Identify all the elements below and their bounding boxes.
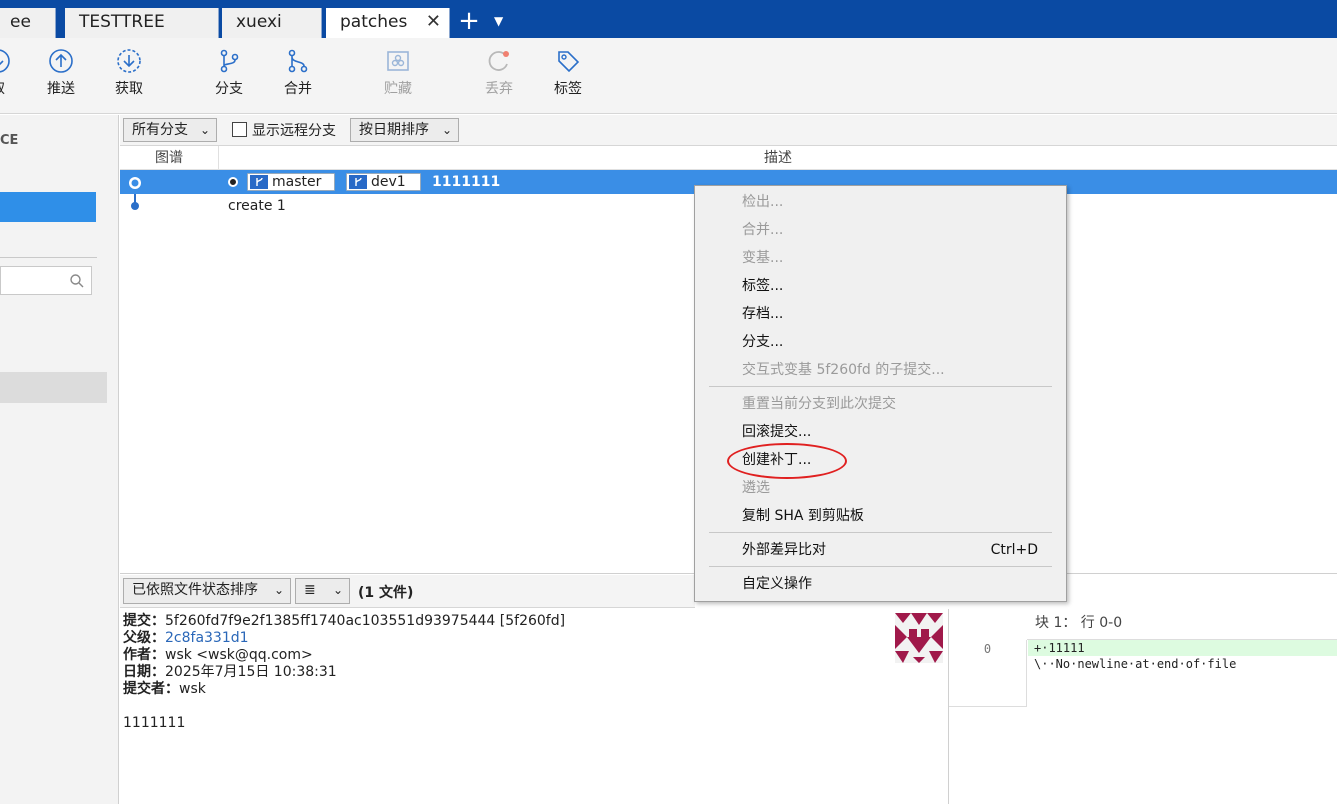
branch-filter-select[interactable]: 所有分支 ⌄ [123,118,217,142]
commit-full-message: 1111111 [123,715,186,731]
diff-panel: 块 1： 行 0-0 0 +·11111 \··No·newline·at·en… [949,609,1337,804]
avatar [895,613,943,663]
chevron-down-icon[interactable]: ▼ [494,14,503,28]
sidebar-header: CE [0,133,19,148]
menu-item-revert[interactable]: 回滚提交... [695,419,1066,445]
chevron-down-icon: ⌄ [199,123,210,137]
list-view-icon: ≣ [304,582,316,598]
highlight-annotation [727,443,847,479]
commit-date: 2025年7月15日 10:38:31 [165,664,337,680]
branch-button[interactable]: 分支 [199,48,259,98]
commit-message: create 1 [228,198,286,214]
menu-item-cherry-pick[interactable]: 遴选 [695,475,1066,501]
branch-tag-master[interactable]: master [247,173,335,191]
tab-label: ee [10,12,31,32]
discard-button[interactable]: 丢弃 [469,48,529,98]
menu-item-tag[interactable]: 标签... [695,273,1066,299]
sort-select[interactable]: 按日期排序 ⌄ [350,118,459,142]
push-icon [49,49,73,73]
menu-item-merge[interactable]: 合并... [695,217,1066,243]
sidebar-divider [0,257,97,258]
pull-icon [0,49,10,73]
hunk-header: 块 1： 行 0-0 [1027,609,1337,640]
column-description[interactable]: 描述 [219,146,1337,170]
line-number-gutter: 0 [949,640,1027,707]
parent-link[interactable]: 2c8fa331d1 [165,630,249,646]
fetch-button[interactable]: 获取 [99,48,159,98]
branch-icon [220,49,239,73]
diff-line-context: \··No·newline·at·end·of·file [1034,657,1237,671]
push-button[interactable]: 推送 [31,48,91,98]
tab-bar: ee TESTTREE xuexi patches ✕ + ▼ [0,0,1337,38]
commit-node-icon [131,202,139,210]
tab-xuexi[interactable]: xuexi [222,8,322,38]
menu-separator [709,532,1052,533]
menu-item-external-diff[interactable]: 外部差异比对 Ctrl+D [695,537,1066,563]
author: wsk <wsk@qq.com> [165,647,313,663]
sidebar-item[interactable] [0,372,107,403]
discard-icon [488,51,509,71]
tab-label: xuexi [236,12,282,32]
diff-lines: +·11111 \··No·newline·at·end·of·file [1028,640,1337,672]
chevron-down-icon: ⌄ [332,583,343,597]
stash-icon [387,51,409,71]
menu-item-archive[interactable]: 存档... [695,301,1066,327]
add-tab-button[interactable]: + [456,8,482,36]
sidebar-selected-item[interactable] [0,192,96,222]
tag-icon [558,51,580,73]
commit-details: 提交：5f260fd7f9e2f1385ff1740ac103551d93975… [120,609,949,804]
search-icon [70,274,84,288]
head-indicator-icon [228,177,238,187]
menu-item-custom-actions[interactable]: 自定义操作 [695,571,1066,597]
menu-separator [709,566,1052,567]
sidebar-search-input[interactable] [0,266,92,295]
file-sort-select[interactable]: 已依照文件状态排序 ⌄ [123,578,291,604]
diff-line-added: +·11111 [1028,640,1337,656]
filter-bar: 所有分支 ⌄ 显示远程分支 按日期排序 ⌄ [120,115,1337,146]
chevron-down-icon: ⌄ [273,583,284,597]
sidebar: CE [0,115,119,804]
pull-button[interactable]: 取 [0,48,28,98]
committer: wsk [179,681,206,697]
commit-message: 1111111 [432,174,501,190]
close-icon[interactable]: ✕ [426,8,441,36]
menu-item-interactive-rebase[interactable]: 交互式变基 5f260fd 的子提交... [695,357,1066,383]
show-remote-checkbox[interactable] [232,122,247,137]
file-count: (1 文件) [358,585,414,601]
show-remote-label: 显示远程分支 [252,123,336,139]
shortcut-label: Ctrl+D [990,542,1038,558]
stash-button[interactable]: 贮藏 [368,48,428,98]
commit-node-icon [129,177,141,189]
menu-separator [709,386,1052,387]
branch-icon [349,175,367,189]
column-graph[interactable]: 图谱 [120,146,219,170]
tag-button[interactable]: 标签 [538,48,598,98]
merge-button[interactable]: 合并 [268,48,328,98]
menu-item-reset[interactable]: 重置当前分支到此次提交 [695,391,1066,417]
tab-label: patches [340,12,408,32]
branch-tag-dev1[interactable]: dev1 [346,173,421,191]
toolbar: 取 推送 获取 分支 合并 贮藏 丢弃 标签 [0,38,1337,114]
menu-item-copy-sha[interactable]: 复制 SHA 到剪贴板 [695,503,1066,529]
context-menu: 检出... 合并... 变基... 标签... 存档... 分支... 交互式变… [694,185,1067,602]
menu-item-branch[interactable]: 分支... [695,329,1066,355]
merge-icon [288,49,308,73]
file-list-bar: 已依照文件状态排序 ⌄ ≣ ⌄ (1 文件) [120,575,695,608]
chevron-down-icon: ⌄ [441,123,452,137]
branch-icon [250,175,268,189]
view-mode-select[interactable]: ≣ ⌄ [295,578,350,604]
commit-hash: 5f260fd7f9e2f1385ff1740ac103551d93975444… [165,613,566,629]
fetch-icon [117,49,141,73]
menu-item-checkout[interactable]: 检出... [695,189,1066,215]
tab-patches[interactable]: patches ✕ [326,8,450,38]
commit-list-header: 图谱 描述 [120,146,1337,170]
menu-item-rebase[interactable]: 变基... [695,245,1066,271]
tab-testtree[interactable]: TESTTREE [65,8,219,38]
tab-ee[interactable]: ee [0,8,56,38]
tab-label: TESTTREE [79,12,165,32]
